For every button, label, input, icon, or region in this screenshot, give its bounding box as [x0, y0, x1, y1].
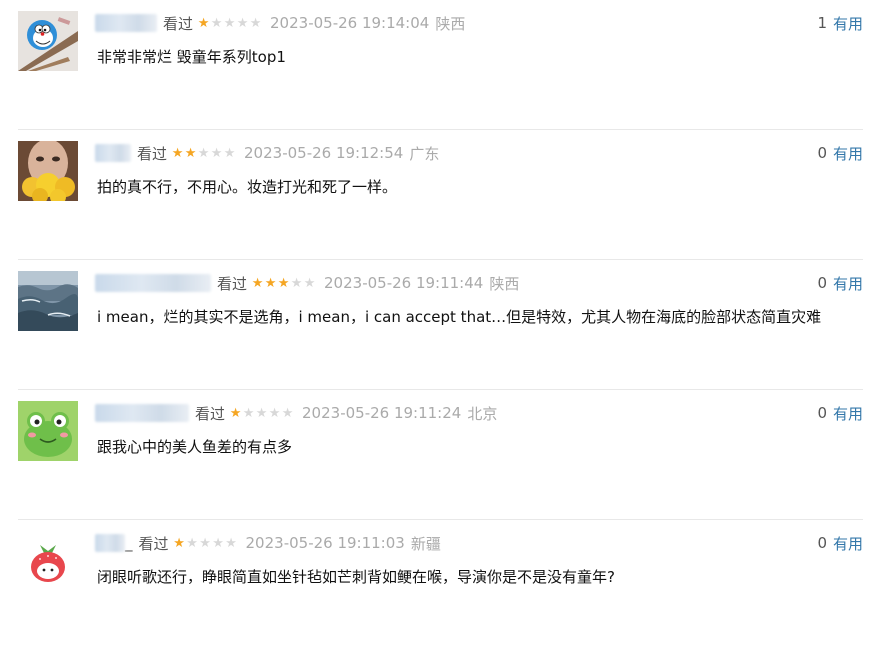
username-blurred[interactable] [95, 534, 125, 552]
vote-area: 0 有用 [817, 533, 863, 553]
username-suffix[interactable]: _ [125, 534, 133, 552]
useful-button[interactable]: 有用 [833, 273, 863, 294]
vote-count: 0 [817, 534, 827, 552]
star-filled-icon: ★ [171, 145, 184, 161]
rating-stars: ★ ★ ★ ★ ★ [171, 147, 236, 160]
girl-with-flowers-avatar[interactable] [18, 141, 78, 201]
vote-area: 0 有用 [817, 273, 863, 293]
star-empty-icon: ★ [249, 15, 262, 31]
useful-button[interactable]: 有用 [833, 13, 863, 34]
watch-status: 看过 [195, 404, 226, 423]
star-empty-icon: ★ [197, 145, 210, 161]
comment-text: 非常非常烂 毁童年系列top1 [97, 48, 286, 66]
comment-text: i mean，烂的其实不是选角，i mean，i can accept that… [97, 308, 822, 326]
comment-item: _ 看过 ★ ★ ★ ★ ★ 2023-05-26 19:11:03 新疆 0 有用 闭… [18, 520, 863, 650]
star-filled-icon: ★ [184, 145, 197, 161]
star-empty-icon: ★ [255, 405, 268, 421]
star-empty-icon: ★ [225, 535, 237, 551]
username-blurred[interactable] [95, 274, 211, 292]
comment-text: 拍的真不行，不用心。妆造打光和死了一样。 [97, 178, 398, 196]
comment-location: 陕西 [489, 274, 520, 293]
vote-area: 0 有用 [817, 403, 863, 423]
vote-count: 0 [817, 144, 827, 162]
vote-area: 0 有用 [817, 143, 863, 163]
star-filled-icon: ★ [277, 275, 290, 291]
username-blurred[interactable] [95, 14, 157, 32]
star-empty-icon: ★ [236, 15, 249, 31]
rating-stars: ★ ★ ★ ★ ★ [251, 277, 316, 290]
star-empty-icon: ★ [199, 535, 211, 551]
star-empty-icon: ★ [210, 15, 223, 31]
vote-count: 1 [817, 14, 827, 32]
comment-time: 2023-05-26 19:11:44 [324, 274, 484, 292]
comment-location: 新疆 [410, 534, 441, 553]
comment-location: 陕西 [435, 14, 466, 33]
ocean-waves-avatar[interactable] [18, 271, 78, 331]
comment-location: 广东 [409, 144, 440, 163]
green-frog-avatar[interactable] [18, 401, 78, 461]
star-empty-icon: ★ [212, 535, 224, 551]
star-empty-icon: ★ [223, 145, 236, 161]
rating-stars: ★ ★ ★ ★ ★ [229, 407, 294, 420]
useful-button[interactable]: 有用 [833, 533, 863, 554]
comment-text: 跟我心中的美人鱼差的有点多 [97, 438, 293, 456]
vote-area: 1 有用 [817, 13, 863, 33]
star-empty-icon: ★ [268, 405, 281, 421]
star-empty-icon: ★ [290, 275, 303, 291]
comment-meta: 看过 ★ ★ ★ ★ ★ 2023-05-26 19:11:24 北京 [95, 403, 497, 423]
comment-time: 2023-05-26 19:14:04 [270, 14, 430, 32]
comment-text: 闭眼听歌还行，睁眼简直如坐针毡如芒刺背如鲠在喉，导演你是不是没有童年? [97, 568, 615, 586]
star-empty-icon: ★ [186, 535, 198, 551]
useful-button[interactable]: 有用 [833, 403, 863, 424]
rating-stars: ★ ★ ★ ★ ★ [197, 17, 262, 30]
comment-meta: 看过 ★ ★ ★ ★ ★ 2023-05-26 19:12:54 广东 [95, 143, 439, 163]
watch-status: 看过 [138, 534, 169, 553]
comment-time: 2023-05-26 19:11:03 [245, 534, 405, 552]
star-filled-icon: ★ [264, 275, 277, 291]
comment-item: 看过 ★ ★ ★ ★ ★ 2023-05-26 19:12:54 广东 0 有用 拍的真… [18, 130, 863, 260]
star-filled-icon: ★ [197, 15, 210, 31]
watch-status: 看过 [163, 14, 194, 33]
vote-count: 0 [817, 404, 827, 422]
comment-location: 北京 [467, 404, 498, 423]
vote-count: 0 [817, 274, 827, 292]
comment-item: 看过 ★ ★ ★ ★ ★ 2023-05-26 19:11:24 北京 0 有用 跟我心… [18, 390, 863, 520]
comment-item: 看过 ★ ★ ★ ★ ★ 2023-05-26 19:11:44 陕西 0 有用 i m… [18, 260, 863, 390]
username-blurred[interactable] [95, 144, 131, 162]
star-empty-icon: ★ [223, 15, 236, 31]
star-filled-icon: ★ [173, 535, 185, 551]
rating-stars: ★ ★ ★ ★ ★ [173, 537, 238, 550]
strawberry-avatar[interactable] [18, 531, 78, 591]
star-filled-icon: ★ [229, 405, 242, 421]
star-empty-icon: ★ [281, 405, 294, 421]
watch-status: 看过 [217, 274, 248, 293]
comment-meta: 看过 ★ ★ ★ ★ ★ 2023-05-26 19:14:04 陕西 [95, 13, 465, 33]
star-empty-icon: ★ [303, 275, 316, 291]
comment-time: 2023-05-26 19:11:24 [302, 404, 462, 422]
comment-list: 看过 ★ ★ ★ ★ ★ 2023-05-26 19:14:04 陕西 1 有用 非常非… [0, 0, 896, 604]
useful-button[interactable]: 有用 [833, 143, 863, 164]
comment-time: 2023-05-26 19:12:54 [244, 144, 404, 162]
username-blurred[interactable] [95, 404, 189, 422]
comment-meta: _ 看过 ★ ★ ★ ★ ★ 2023-05-26 19:11:03 新疆 [95, 533, 441, 553]
star-empty-icon: ★ [210, 145, 223, 161]
comment-meta: 看过 ★ ★ ★ ★ ★ 2023-05-26 19:11:44 陕西 [95, 273, 519, 293]
star-empty-icon: ★ [242, 405, 255, 421]
watch-status: 看过 [137, 144, 168, 163]
star-filled-icon: ★ [251, 275, 264, 291]
doraemon-avatar[interactable] [18, 11, 78, 71]
comment-item: 看过 ★ ★ ★ ★ ★ 2023-05-26 19:14:04 陕西 1 有用 非常非… [18, 0, 863, 130]
